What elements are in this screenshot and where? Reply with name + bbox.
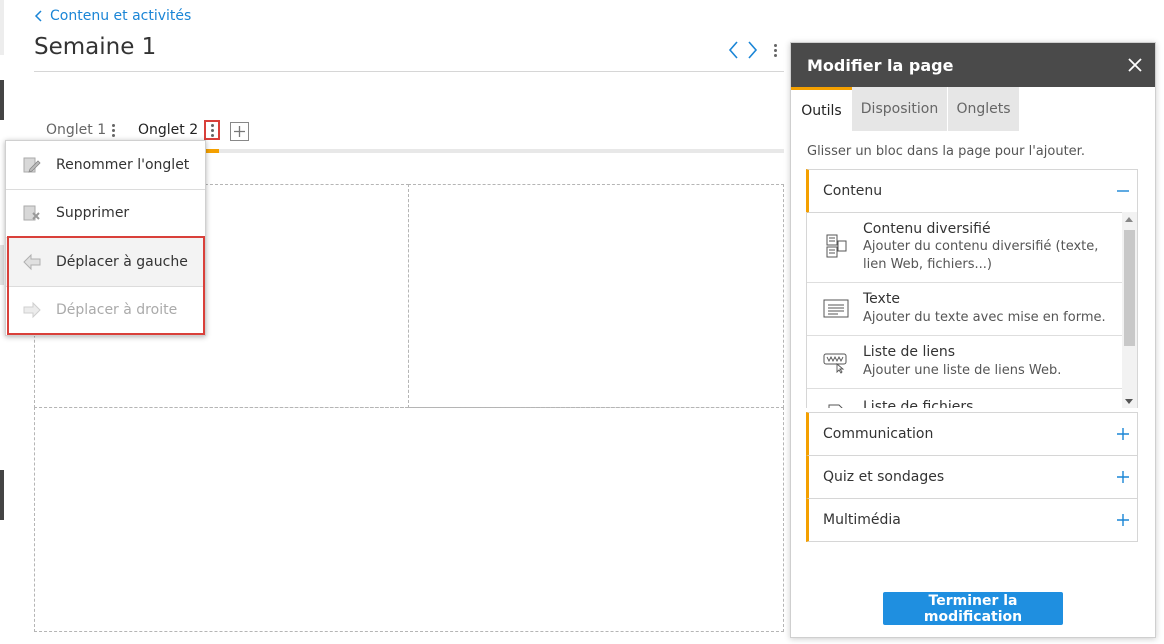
page-more-options-icon[interactable] [774,42,777,58]
section-quiz-et-sondages[interactable]: Quiz et sondages [806,455,1138,499]
scroll-down-icon[interactable] [1125,399,1133,404]
panel-title: Modifier la page [807,55,954,75]
panel-tabs-filler [1019,87,1155,131]
tab-outils[interactable]: Outils [791,87,852,131]
arrow-right-icon [23,301,41,319]
panel-header: Modifier la page [791,43,1155,87]
expand-icon[interactable] [1115,469,1131,485]
section-communication[interactable]: Communication [806,412,1138,456]
mixed-content-icon [826,234,847,258]
section-title: Communication [823,426,934,442]
next-page-icon[interactable] [747,40,759,60]
text-icon [823,299,849,318]
section-title: Multimédia [823,512,901,528]
tab-onglets[interactable]: Onglets [947,87,1019,131]
section-title: Quiz et sondages [823,469,945,485]
block-liste-de-liens[interactable]: Liste de liens Ajouter une liste de lien… [807,336,1123,389]
plus-icon [234,126,245,137]
section-title: Contenu [823,183,883,199]
file-list-icon [828,404,843,408]
tab-label: Onglet 2 [138,122,199,138]
expand-icon[interactable] [1115,512,1131,528]
section-contenu[interactable]: Contenu [806,169,1138,213]
block-description: Ajouter du contenu diversifié (texte, li… [863,239,1099,272]
arrow-left-icon [23,253,41,271]
menu-item-label: Déplacer à droite [56,302,178,318]
block-name: Contenu diversifié [863,221,991,237]
breadcrumb[interactable]: Contenu et activités [34,8,191,24]
panel-hint: Glisser un bloc dans la page pour l'ajou… [807,144,1085,159]
link-list-icon [823,353,847,374]
tab-more-options-icon[interactable] [204,120,221,140]
block-name: Texte [863,291,900,307]
chevron-left-icon [34,10,42,22]
menu-item-rename-tab[interactable]: Renommer l'onglet [6,141,205,189]
panel-tabs: Outils Disposition Onglets [791,87,1155,131]
delete-icon [23,205,40,221]
page-title: Semaine 1 [34,34,157,60]
title-divider [34,71,784,72]
close-icon[interactable] [1125,55,1145,75]
scroll-up-icon[interactable] [1125,217,1133,222]
contenu-block-list: Contenu diversifié Ajouter du contenu di… [806,212,1138,408]
page-navigation [727,40,759,60]
expand-icon[interactable] [1115,426,1131,442]
menu-item-label: Supprimer [56,205,130,221]
section-multimedia[interactable]: Multimédia [806,498,1138,542]
menu-item-label: Renommer l'onglet [56,157,190,173]
block-texte[interactable]: Texte Ajouter du texte avec mise en form… [807,283,1123,336]
block-list-scrollbar[interactable] [1122,212,1137,408]
menu-item-delete[interactable]: Supprimer [6,189,205,237]
rename-icon [23,157,41,173]
add-tab-button[interactable] [230,122,249,141]
block-description: Ajouter une liste de liens Web. [863,363,1062,378]
block-description: Ajouter du texte avec mise en forme. [863,310,1106,325]
collapse-icon[interactable] [1115,183,1131,199]
breadcrumb-link[interactable]: Contenu et activités [50,8,191,24]
menu-item-move-right[interactable]: Déplacer à droite [6,286,205,334]
block-liste-de-fichiers[interactable]: Liste de fichiers [807,389,1123,408]
layout-zone-top-right[interactable] [408,184,784,408]
scrollbar-thumb[interactable] [1124,230,1135,346]
previous-page-icon[interactable] [727,40,739,60]
menu-item-label: Déplacer à gauche [56,254,188,270]
block-contenu-diversifie[interactable]: Contenu diversifié Ajouter du contenu di… [807,212,1123,283]
tab-label: Onglet 1 [46,122,107,138]
tab-context-menu: Renommer l'onglet Supprimer Déplacer à g… [5,140,206,336]
tab-disposition[interactable]: Disposition [852,87,947,131]
finish-editing-button[interactable]: Terminer la modification [883,592,1063,625]
tab-more-options-icon[interactable] [112,122,116,138]
layout-zone-bottom[interactable] [34,407,784,632]
block-name: Liste de liens [863,344,956,360]
menu-item-move-left[interactable]: Déplacer à gauche [6,238,205,286]
left-gutter [0,0,4,644]
block-name: Liste de fichiers [863,399,974,408]
